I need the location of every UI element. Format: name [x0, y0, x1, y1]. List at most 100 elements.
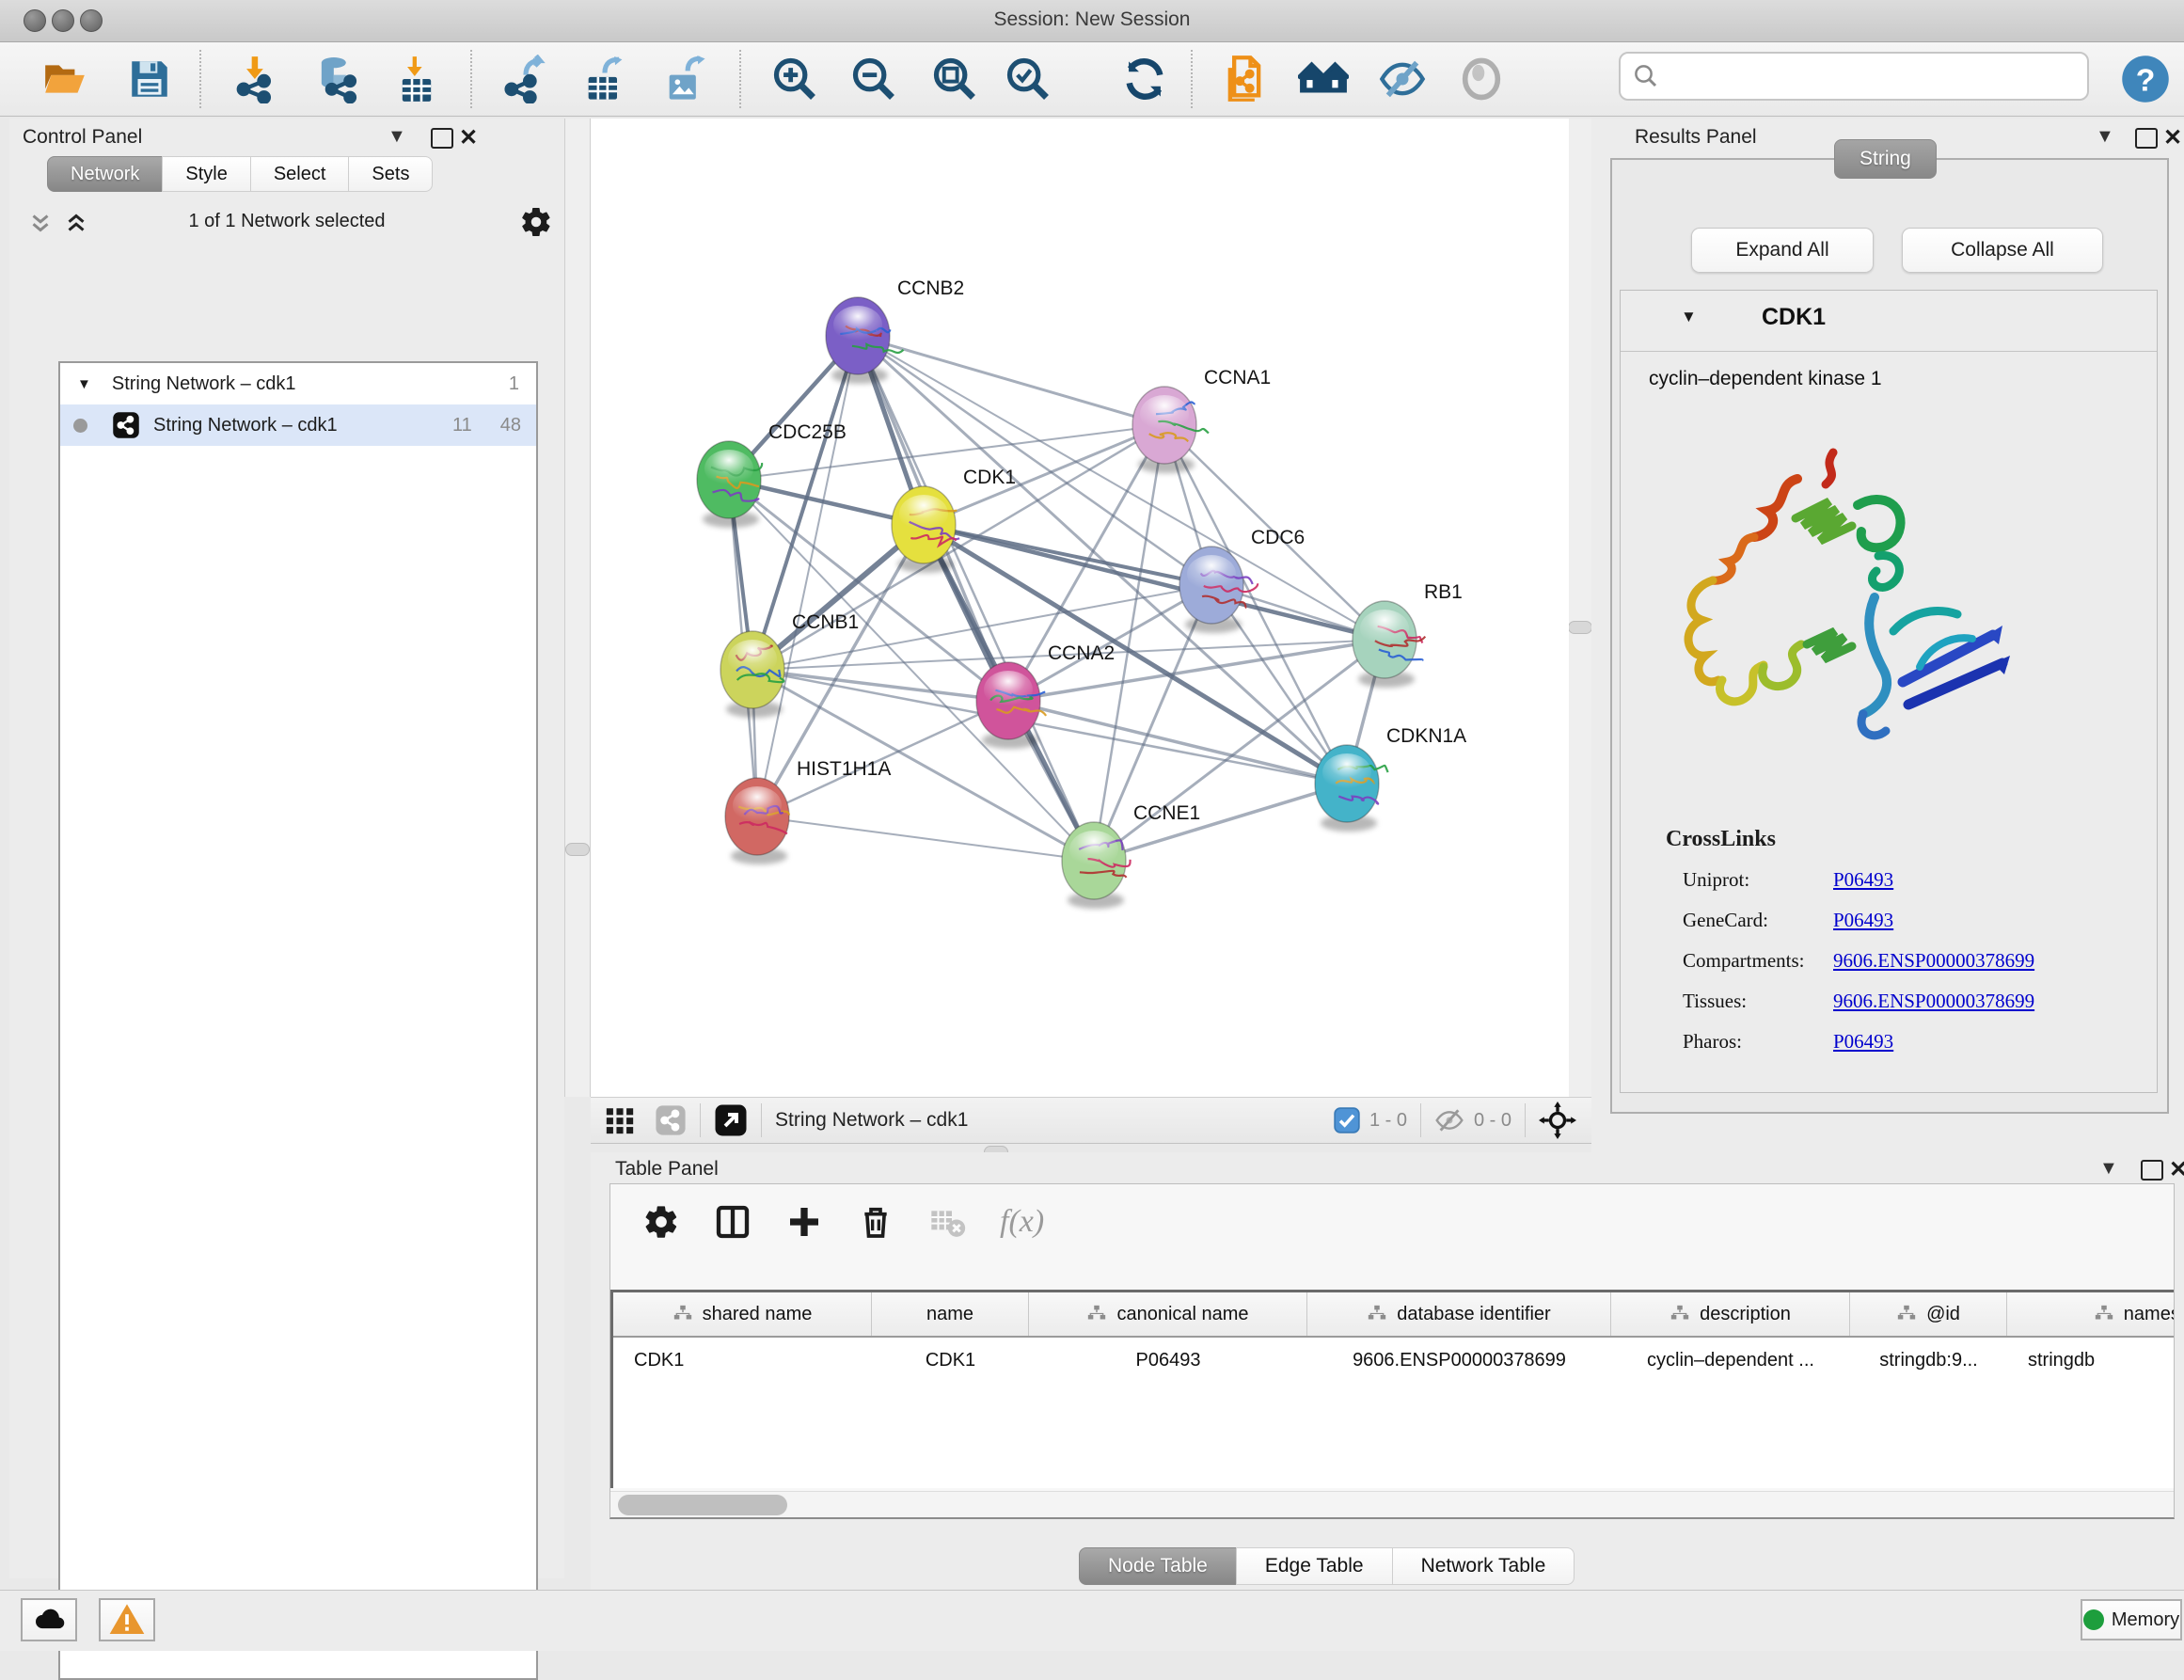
search-input[interactable]: [1619, 52, 2089, 101]
toolbar-separator: [739, 50, 741, 108]
edge-CCNB1-CCNA2[interactable]: [752, 670, 1008, 701]
edge-CCNE1-HIST1H1A[interactable]: [757, 816, 1094, 861]
import-network-from-database-icon[interactable]: [309, 52, 363, 106]
table-panel-float-icon[interactable]: [2141, 1160, 2163, 1181]
node-CCNE1[interactable]: CCNE1: [1062, 802, 1200, 909]
tab-string[interactable]: String: [1834, 139, 1937, 179]
crosslink-link[interactable]: 9606.ENSP00000378699: [1833, 949, 2034, 973]
home-pages-icon[interactable]: [1296, 52, 1351, 106]
open-session-icon[interactable]: [38, 52, 92, 106]
hide-selected-icon[interactable]: [1375, 52, 1430, 106]
crosslink-link[interactable]: 9606.ENSP00000378699: [1833, 990, 2034, 1013]
gene-header-row[interactable]: ▼ CDK1: [1621, 291, 2157, 352]
table-horizontal-scrollbar[interactable]: [610, 1491, 2174, 1518]
table-row[interactable]: CDK1CDK1P064939606.ENSP00000378699cyclin…: [613, 1338, 2175, 1383]
help-icon[interactable]: ?: [2118, 52, 2173, 106]
memory-button[interactable]: Memory: [2081, 1599, 2182, 1640]
export-network-icon[interactable]: [499, 52, 553, 106]
zoom-in-icon[interactable]: [768, 52, 822, 106]
edge-CCNE1-CDKN1A[interactable]: [1094, 784, 1347, 861]
tab-select[interactable]: Select: [250, 156, 350, 192]
collection-expand-icon[interactable]: ▼: [77, 376, 91, 392]
results-panel-float-icon[interactable]: [2135, 128, 2158, 149]
column-header-name[interactable]: name: [872, 1292, 1029, 1336]
zoom-fit-icon[interactable]: [927, 52, 982, 106]
column-label: database identifier: [1397, 1304, 1550, 1325]
add-column-icon[interactable]: [785, 1203, 823, 1241]
node-HIST1H1A[interactable]: HIST1H1A: [725, 758, 891, 864]
crosslink-label: Tissues:: [1683, 990, 1833, 1013]
protein-structure-image: [1656, 413, 2033, 789]
crosslink-link[interactable]: P06493: [1833, 909, 1893, 932]
control-panel-close-icon[interactable]: ✕: [459, 124, 478, 151]
column-header-canonicalname[interactable]: canonical name: [1029, 1292, 1307, 1336]
edge-CCNA2-CDKN1A[interactable]: [1008, 701, 1347, 784]
edge-CCNB2-CCNA1[interactable]: [858, 336, 1164, 425]
selected-checkbox-icon[interactable]: [1334, 1107, 1360, 1133]
refresh-icon[interactable]: [1117, 52, 1172, 106]
node-RB1[interactable]: RB1: [1353, 581, 1463, 688]
table-panel-menu-icon[interactable]: ▼: [2099, 1158, 2118, 1180]
column-header-id[interactable]: @id: [1850, 1292, 2007, 1336]
network-collection-row[interactable]: ▼ String Network – cdk1 1: [60, 363, 536, 404]
network-panel-gear-icon[interactable]: [519, 205, 553, 239]
right-splitter-grip[interactable]: [1568, 621, 1592, 634]
birds-eye-view-icon[interactable]: [1539, 1102, 1576, 1139]
tab-network[interactable]: Network: [47, 156, 163, 192]
grid-view-icon[interactable]: [604, 1104, 636, 1136]
left-splitter[interactable]: [564, 119, 591, 1097]
edge-CCNB2-HIST1H1A[interactable]: [757, 336, 858, 816]
table-cell: stringdb:9...: [1850, 1338, 2007, 1383]
tab-sets[interactable]: Sets: [348, 156, 433, 192]
network-view-toolbar: String Network – cdk1 1 - 0 0 - 0: [591, 1097, 1591, 1144]
string-network-icon: [112, 411, 140, 439]
table-gear-icon[interactable]: [642, 1203, 680, 1241]
table-panel-close-icon[interactable]: ✕: [2169, 1156, 2184, 1183]
right-splitter[interactable]: [1567, 119, 1593, 1097]
open-view-external-icon[interactable]: [714, 1103, 748, 1137]
save-session-icon[interactable]: [122, 52, 177, 106]
string-view-icon[interactable]: [655, 1104, 687, 1136]
column-header-namespace[interactable]: namespace: [2007, 1292, 2175, 1336]
node-CDKN1A[interactable]: CDKN1A: [1315, 725, 1466, 832]
expand-all-button[interactable]: Expand All: [1691, 228, 1874, 273]
left-splitter-grip[interactable]: [565, 843, 590, 856]
network-graph[interactable]: CCNB2CCNA1CDC25BCDK1CDC6RB1CCNB1CCNA2CDK…: [591, 119, 1569, 1097]
results-panel-close-icon[interactable]: ✕: [2163, 124, 2182, 151]
crosslink-link[interactable]: P06493: [1833, 868, 1893, 892]
import-network-icon[interactable]: [229, 52, 283, 106]
table-scrollbar-thumb[interactable]: [618, 1495, 787, 1515]
node-CCNB2[interactable]: CCNB2: [826, 277, 964, 384]
tab-network-table[interactable]: Network Table: [1392, 1547, 1575, 1585]
import-table-icon[interactable]: [389, 52, 444, 106]
control-panel-float-icon[interactable]: [431, 128, 453, 149]
network-view-canvas[interactable]: CCNB2CCNA1CDC25BCDK1CDC6RB1CCNB1CCNA2CDK…: [591, 119, 1569, 1097]
results-panel-menu-icon[interactable]: ▼: [2096, 126, 2114, 148]
zoom-selected-icon[interactable]: [1001, 52, 1055, 106]
select-columns-icon[interactable]: [714, 1203, 752, 1241]
open-in-browser-icon[interactable]: [1217, 52, 1272, 106]
export-image-icon[interactable]: [658, 52, 713, 106]
control-panel-menu-icon[interactable]: ▼: [388, 126, 406, 148]
edge-CCNB2-CCNE1[interactable]: [858, 336, 1094, 861]
collapse-all-button[interactable]: Collapse All: [1902, 228, 2103, 273]
column-header-sharedname[interactable]: shared name: [613, 1292, 872, 1336]
edge-CCNB2-RB1[interactable]: [858, 336, 1385, 640]
zoom-out-icon[interactable]: [847, 52, 901, 106]
delete-column-icon[interactable]: [857, 1203, 894, 1241]
warning-status-button[interactable]: [99, 1598, 155, 1641]
network-row-selected[interactable]: String Network – cdk1 11 48: [60, 404, 536, 446]
hidden-eye-icon[interactable]: [1434, 1105, 1464, 1135]
crosslink-link[interactable]: P06493: [1833, 1030, 1893, 1054]
show-all-icon[interactable]: [1454, 52, 1509, 106]
cloud-status-button[interactable]: [21, 1598, 77, 1641]
tab-style[interactable]: Style: [162, 156, 250, 192]
edge-CDK1-RB1[interactable]: [924, 525, 1385, 640]
export-table-icon[interactable]: [578, 52, 632, 106]
column-header-databaseidentifier[interactable]: database identifier: [1307, 1292, 1611, 1336]
column-header-description[interactable]: description: [1611, 1292, 1850, 1336]
tab-edge-table[interactable]: Edge Table: [1236, 1547, 1393, 1585]
gene-collapse-icon[interactable]: ▼: [1681, 308, 1697, 326]
tab-node-table[interactable]: Node Table: [1079, 1547, 1237, 1585]
node-CCNA1[interactable]: CCNA1: [1132, 367, 1271, 473]
